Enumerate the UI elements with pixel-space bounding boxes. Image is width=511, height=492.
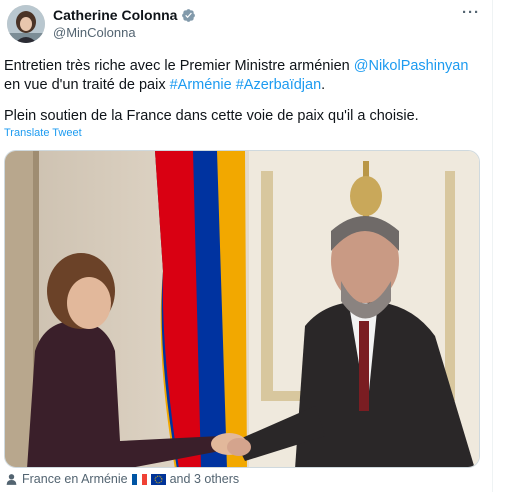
tweet-text: Entretien très riche avec le Premier Min… [4, 57, 486, 138]
tweet-paragraph-1: Entretien très riche avec le Premier Min… [4, 57, 486, 95]
author-display-name[interactable]: Catherine Colonna [53, 7, 177, 23]
tagged-accounts[interactable]: France en Arménie and 3 others [5, 472, 239, 486]
person-icon [6, 473, 17, 485]
mention-link[interactable]: @NikolPashinyan [354, 58, 469, 74]
author-handle[interactable]: @MinColonna [53, 25, 136, 40]
photo-handshake [5, 151, 479, 467]
author-name-row: Catherine Colonna [53, 7, 196, 23]
verified-badge-icon [182, 8, 196, 22]
tagged-account-name[interactable]: France en Arménie [22, 472, 128, 486]
column-divider [492, 0, 493, 492]
translate-tweet-link[interactable]: Translate Tweet [4, 127, 82, 139]
tweet[interactable]: Catherine Colonna @MinColonna ··· Entret… [0, 0, 511, 492]
tweet-text-segment: en vue d'un traité de paix [4, 77, 170, 93]
france-flag-icon [131, 473, 147, 485]
tweet-text-segment: Entretien très riche avec le Premier Min… [4, 58, 354, 74]
more-icon[interactable]: ··· [462, 4, 480, 21]
avatar[interactable] [7, 5, 45, 43]
tweet-paragraph-2: Plein soutien de la France dans cette vo… [4, 108, 419, 124]
eu-flag-icon [150, 473, 166, 485]
tweet-photo[interactable] [4, 150, 480, 468]
tweet-text-segment: . [321, 77, 326, 93]
tagged-others[interactable]: and 3 others [170, 472, 240, 486]
avatar-image [7, 5, 45, 43]
hashtag-link-armenie[interactable]: #Arménie [170, 77, 232, 93]
hashtag-link-azerbaidjan[interactable]: #Azerbaïdjan [236, 77, 321, 93]
